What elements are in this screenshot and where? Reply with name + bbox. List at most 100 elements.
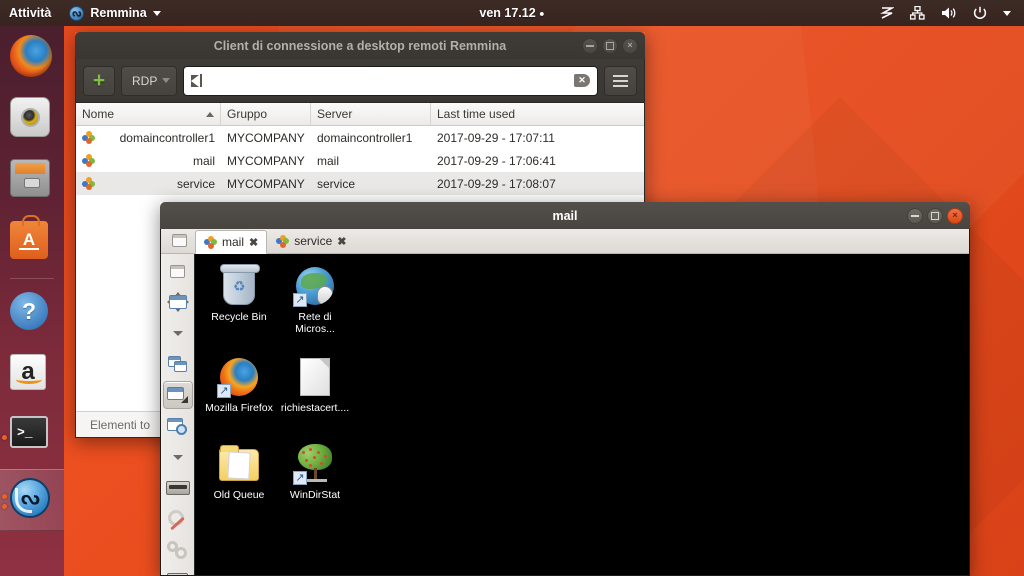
- desktop-icon-label: richiestacert....: [280, 402, 350, 415]
- scaled-window-icon[interactable]: [162, 381, 193, 409]
- remmina-toolbar: + RDP ✕: [76, 59, 644, 103]
- rdp-icon: [204, 235, 217, 249]
- activities-button[interactable]: Attività: [0, 0, 60, 26]
- desktop-icon-rete-di-microsoft[interactable]: ↗ Rete di Micros...: [277, 258, 353, 335]
- launcher-item-remmina[interactable]: ᔓ: [0, 469, 64, 531]
- column-header-nome[interactable]: Nome: [76, 103, 221, 125]
- desktop-icon-richiestacert[interactable]: richiestacert....: [277, 349, 353, 414]
- volume-icon[interactable]: [934, 6, 964, 20]
- chevron-down-icon[interactable]: [163, 319, 193, 347]
- protocol-selector[interactable]: RDP: [121, 65, 178, 96]
- terminal-prompt: >_: [17, 424, 33, 440]
- table-row[interactable]: service MYCOMPANY service 2017-09-29 - 1…: [76, 172, 644, 195]
- column-header-server[interactable]: Server: [311, 103, 431, 125]
- files-icon: [10, 159, 50, 197]
- table-header: Nome Gruppo Server Last time used: [76, 103, 644, 126]
- rdp-icon: [276, 234, 290, 248]
- screenshot-icon[interactable]: [163, 567, 193, 575]
- shortcut-overlay-icon: ↗: [217, 384, 231, 399]
- chevron-down-icon-2[interactable]: [163, 443, 193, 471]
- desktop-icon-recycle-bin[interactable]: ♻ Recycle Bin: [201, 258, 277, 335]
- remote-desktop-screen[interactable]: ♻ Recycle Bin ↗ Rete di Micros... ↗ Mozi…: [195, 254, 969, 575]
- remmina-launcher-icon: ᔓ: [10, 478, 50, 518]
- activities-label: Attività: [9, 6, 52, 20]
- launcher-item-help[interactable]: ?: [0, 283, 64, 345]
- close-button[interactable]: ×: [947, 207, 963, 224]
- remmina-icon: ᔓ: [69, 5, 85, 21]
- terminal-icon: >_: [10, 416, 48, 448]
- rdp-icon: [82, 154, 95, 167]
- switch-window-icon[interactable]: [163, 350, 193, 378]
- tools-icon[interactable]: [163, 505, 193, 533]
- clear-icon[interactable]: ✕: [574, 74, 590, 87]
- launcher-item-firefox[interactable]: [0, 26, 64, 88]
- cell-last-time-used: 2017-09-29 - 17:06:41: [437, 153, 556, 168]
- desktop-icon-mozilla-firefox[interactable]: ↗ Mozilla Firefox: [201, 349, 277, 414]
- remmina-window-title: Client di connessione a desktop remoti R…: [213, 38, 507, 53]
- funnel-icon: [191, 74, 204, 87]
- zoom-window-icon[interactable]: [163, 412, 193, 440]
- keyboard-icon[interactable]: [163, 474, 193, 502]
- rdp-icon: [82, 177, 95, 190]
- desktop-icon-old-queue[interactable]: Old Queue: [201, 436, 277, 501]
- tab-mail[interactable]: mail ✖: [195, 230, 268, 254]
- rdp-icon: [82, 131, 95, 144]
- maximize-button[interactable]: [602, 37, 618, 54]
- minimize-button[interactable]: [907, 207, 923, 224]
- input-method-icon[interactable]: [873, 6, 901, 20]
- new-connection-button[interactable]: +: [83, 65, 115, 96]
- search-input[interactable]: ✕: [183, 65, 598, 96]
- network-icon[interactable]: [903, 6, 932, 20]
- maximize-button[interactable]: [927, 207, 943, 224]
- main-menu-button[interactable]: [604, 65, 637, 96]
- rdp-session-window[interactable]: mail × mail ✖ service ✖ ♻ Recycle Bin ↗ …: [160, 202, 970, 576]
- toolbar-toggle-icon[interactable]: [163, 257, 193, 285]
- amazon-icon: a: [10, 354, 46, 390]
- tab-service[interactable]: service ✖: [267, 229, 355, 253]
- protocol-label: RDP: [132, 73, 158, 88]
- tab-label: mail: [222, 235, 245, 249]
- help-icon: ?: [10, 292, 48, 330]
- launcher-item-ubuntu-software[interactable]: A: [0, 212, 64, 274]
- table-row[interactable]: mail MYCOMPANY mail 2017-09-29 - 17:06:4…: [76, 149, 644, 172]
- desktop-icon-label: Old Queue: [213, 489, 265, 502]
- rdp-tabbar: mail ✖ service ✖: [161, 229, 969, 254]
- column-header-last-time-used[interactable]: Last time used: [431, 103, 644, 125]
- preferences-icon[interactable]: [163, 536, 193, 564]
- remmina-glyph: ᔓ: [20, 487, 40, 509]
- minimize-button[interactable]: [582, 37, 598, 54]
- launcher-item-rhythmbox[interactable]: [0, 88, 64, 150]
- desktop-icon-label: WinDirStat: [289, 489, 341, 502]
- shortcut-overlay-icon: ↗: [293, 471, 307, 486]
- column-header-gruppo[interactable]: Gruppo: [221, 103, 311, 125]
- remmina-titlebar[interactable]: Client di connessione a desktop remoti R…: [75, 32, 645, 59]
- rdp-titlebar[interactable]: mail ×: [160, 202, 970, 229]
- chevron-down-icon-tray[interactable]: [996, 10, 1018, 16]
- chevron-down-icon: [162, 78, 171, 83]
- fullscreen-icon[interactable]: [163, 288, 193, 316]
- tab-label: service: [294, 234, 333, 248]
- sort-ascending-icon: [206, 111, 214, 117]
- launcher-item-amazon[interactable]: a: [0, 345, 64, 407]
- launcher-item-files[interactable]: [0, 150, 64, 212]
- tab-close-icon[interactable]: ✖: [249, 236, 258, 249]
- firefox-icon: [10, 35, 52, 77]
- app-menu-label: Remmina: [90, 6, 147, 20]
- top-panel: Attività ᔓ Remmina ven 17.12 ●: [0, 0, 1024, 26]
- table-row[interactable]: domaincontroller1 MYCOMPANY domaincontro…: [76, 126, 644, 149]
- hamburger-icon: [613, 74, 628, 87]
- desktop-icon-label: Rete di Micros...: [295, 311, 335, 336]
- running-indicator-2: [2, 504, 7, 509]
- close-button[interactable]: ×: [622, 37, 638, 54]
- power-icon[interactable]: [966, 6, 994, 20]
- launcher-item-terminal[interactable]: >_: [0, 407, 64, 469]
- desktop-icon-windirstat[interactable]: ↗ WinDirStat: [277, 436, 353, 501]
- app-menu-remmina[interactable]: ᔓ Remmina: [60, 0, 169, 26]
- window-list-icon[interactable]: [163, 228, 195, 253]
- status-text: Elementi to: [90, 417, 151, 432]
- clock-text: ven 17.12: [479, 6, 536, 20]
- tab-close-icon[interactable]: ✖: [337, 235, 346, 248]
- rdp-window-title: mail: [552, 208, 578, 223]
- desktop-icon-label: Recycle Bin: [211, 311, 267, 323]
- document-icon: [293, 355, 337, 399]
